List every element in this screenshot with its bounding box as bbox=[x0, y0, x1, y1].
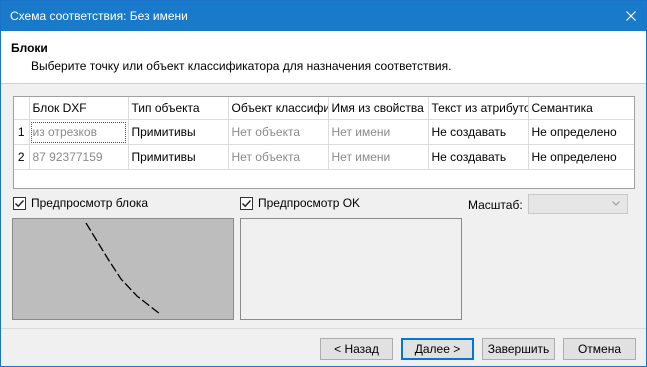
scale-select[interactable] bbox=[528, 194, 628, 214]
column-header-rownum bbox=[14, 97, 30, 120]
title-bar: Схема соответствия: Без имени bbox=[1, 1, 646, 31]
cell-classifier-object[interactable]: Нет объекта bbox=[228, 144, 329, 170]
cell-semantics[interactable]: Не определено bbox=[528, 144, 634, 170]
chevron-down-icon bbox=[612, 201, 620, 206]
checkbox-box[interactable] bbox=[13, 196, 26, 210]
cell-text-from-attribute[interactable]: Не создавать bbox=[428, 144, 529, 170]
table-row[interactable]: 1 из отрезков Примитивы Нет объекта Нет … bbox=[14, 119, 634, 145]
scale-label: Масштаб: bbox=[468, 198, 523, 212]
cancel-button[interactable]: Отмена bbox=[563, 338, 636, 360]
checkbox-box[interactable] bbox=[240, 196, 253, 210]
back-button[interactable]: < Назад bbox=[320, 338, 393, 360]
grid-header-row: Блок DXF Тип объекта Объект классифи Имя… bbox=[14, 97, 634, 120]
row-number: 2 bbox=[14, 144, 30, 170]
cell-name-from-property[interactable]: Нет имени bbox=[328, 144, 429, 170]
block-geometry-preview bbox=[85, 222, 161, 315]
block-preview-checkbox[interactable]: Предпросмотр блока bbox=[13, 196, 148, 210]
finish-button[interactable]: Завершить bbox=[482, 338, 555, 360]
ok-preview-label: Предпросмотр OK bbox=[258, 196, 361, 210]
column-header-object-type[interactable]: Тип объекта bbox=[128, 97, 229, 120]
dialog-window: Схема соответствия: Без имени Блоки Выбе… bbox=[0, 0, 647, 367]
ok-preview-checkbox[interactable]: Предпросмотр OK bbox=[240, 196, 360, 210]
cell-dxf-block[interactable]: 87 92377159 bbox=[29, 144, 129, 170]
checkmark-icon bbox=[242, 199, 252, 207]
cell-object-type[interactable]: Примитивы bbox=[128, 119, 229, 145]
block-preview-label: Предпросмотр блока bbox=[31, 196, 149, 210]
table-row[interactable]: 2 87 92377159 Примитивы Нет объекта Нет … bbox=[14, 144, 634, 170]
footer-divider bbox=[1, 328, 646, 329]
cell-object-type[interactable]: Примитивы bbox=[128, 144, 229, 170]
cell-classifier-object[interactable]: Нет объекта bbox=[228, 119, 329, 145]
ok-preview-panel bbox=[240, 218, 462, 320]
next-button[interactable]: Далее > bbox=[401, 338, 474, 360]
blocks-grid: Блок DXF Тип объекта Объект классифи Имя… bbox=[13, 96, 635, 189]
column-header-name-from-property[interactable]: Имя из свойства bbox=[328, 97, 429, 120]
block-preview-panel bbox=[12, 218, 234, 320]
cell-text-from-attribute[interactable]: Не создавать bbox=[428, 119, 529, 145]
window-title: Схема соответствия: Без имени bbox=[10, 9, 188, 23]
page-title: Блоки bbox=[11, 41, 48, 55]
page-subtitle: Выберите точку или объект классификатора… bbox=[31, 59, 452, 73]
column-header-classifier-object[interactable]: Объект классифи bbox=[228, 97, 329, 120]
cell-dxf-block[interactable]: из отрезков bbox=[29, 119, 129, 145]
column-header-dxf-block[interactable]: Блок DXF bbox=[29, 97, 129, 120]
checkmark-icon bbox=[15, 199, 25, 207]
column-header-text-from-attribute[interactable]: Текст из атрибуто bbox=[428, 97, 529, 120]
cell-name-from-property[interactable]: Нет имени bbox=[328, 119, 429, 145]
row-number: 1 bbox=[14, 119, 30, 145]
wizard-header: Блоки Выберите точку или объект классифи… bbox=[1, 31, 646, 84]
close-icon bbox=[626, 11, 636, 21]
column-header-semantics[interactable]: Семантика bbox=[528, 97, 634, 120]
cell-semantics[interactable]: Не определено bbox=[528, 119, 634, 145]
close-button[interactable] bbox=[616, 1, 646, 31]
